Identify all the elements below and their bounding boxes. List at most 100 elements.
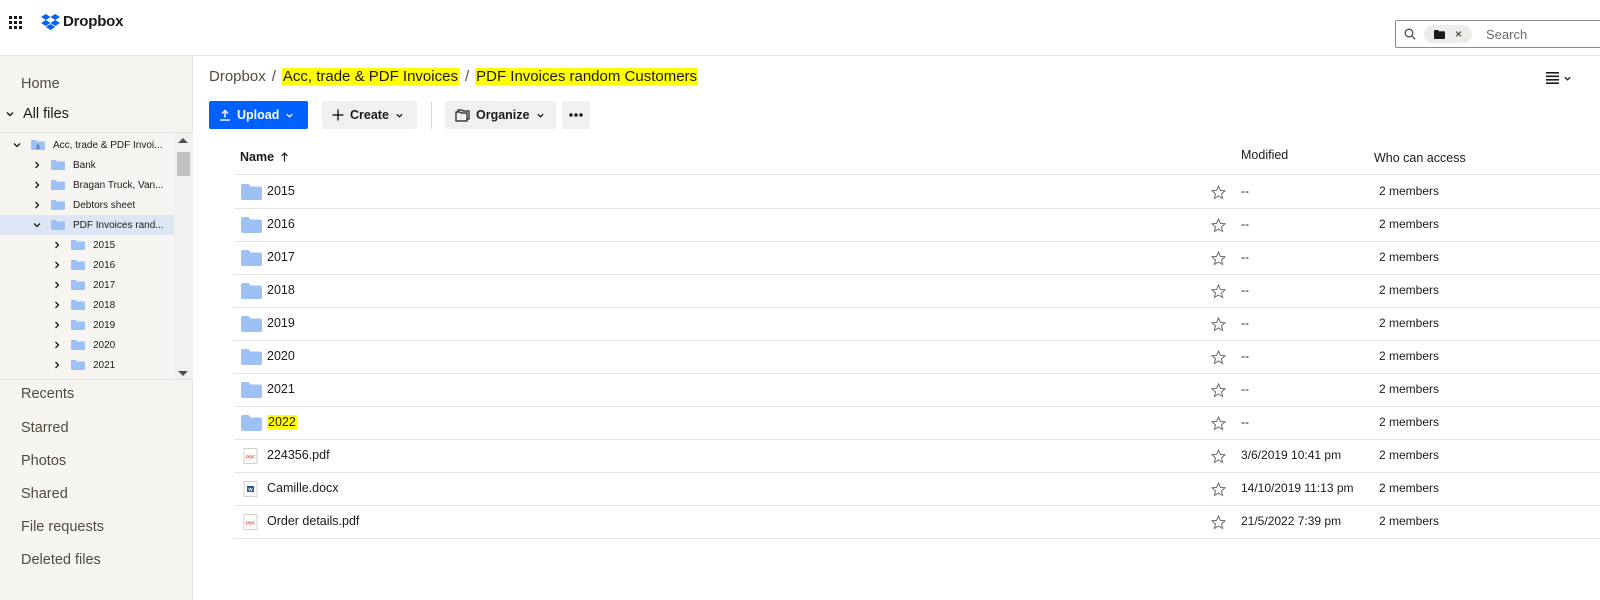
chevron-right-icon[interactable] (52, 280, 62, 290)
access-members[interactable]: 2 members (1379, 349, 1439, 363)
modified-date: 3/6/2019 10:41 pm (1241, 448, 1342, 462)
file-name[interactable]: 224356.pdf (267, 448, 330, 462)
file-name[interactable]: 2021 (267, 382, 295, 396)
access-members[interactable]: 2 members (1379, 283, 1439, 297)
table-row[interactable]: W Camille.docx 14/10/2019 11:13 pm 2 member… (234, 472, 1600, 506)
access-members[interactable]: 2 members (1379, 481, 1439, 495)
tree-item[interactable]: Acc, trade & PDF Invoi... (0, 135, 174, 155)
tree-item[interactable]: 2018 (0, 295, 174, 315)
search-input[interactable] (1486, 26, 1576, 42)
create-button[interactable]: Create (322, 101, 417, 129)
table-row[interactable]: 2021 -- 2 members (234, 373, 1600, 407)
file-name[interactable]: 2018 (267, 283, 295, 297)
chevron-down-icon[interactable] (12, 140, 22, 150)
sidebar-item-photos[interactable]: Photos (21, 453, 66, 469)
organize-button[interactable]: Organize (445, 101, 556, 129)
star-icon[interactable] (1211, 482, 1226, 497)
access-members[interactable]: 2 members (1379, 316, 1439, 330)
column-header-modified[interactable]: Modified (1241, 148, 1288, 162)
access-members[interactable]: 2 members (1379, 382, 1439, 396)
table-row[interactable]: 2019 -- 2 members (234, 307, 1600, 341)
access-members[interactable]: 2 members (1379, 448, 1439, 462)
chevron-right-icon[interactable] (32, 200, 42, 210)
access-members[interactable]: 2 members (1379, 250, 1439, 264)
chevron-right-icon[interactable] (52, 260, 62, 270)
star-icon[interactable] (1211, 350, 1226, 365)
shared-folder-icon (31, 140, 45, 150)
chevron-right-icon[interactable] (32, 160, 42, 170)
access-members[interactable]: 2 members (1379, 217, 1439, 231)
chevron-right-icon[interactable] (52, 320, 62, 330)
scrollbar-thumb[interactable] (177, 152, 190, 176)
chevron-right-icon[interactable] (52, 360, 62, 370)
star-icon[interactable] (1211, 251, 1226, 266)
file-name[interactable]: 2020 (267, 349, 295, 363)
app-grid-icon[interactable] (9, 16, 22, 29)
access-members[interactable]: 2 members (1379, 415, 1439, 429)
star-icon[interactable] (1211, 515, 1226, 530)
chevron-down-icon[interactable] (32, 220, 42, 230)
scroll-down-icon[interactable] (178, 371, 188, 376)
tree-item[interactable]: Bragan Truck, Van... (0, 175, 174, 195)
sidebar-item-shared[interactable]: Shared (21, 486, 68, 502)
sidebar-item-home[interactable]: Home (21, 76, 60, 92)
file-name[interactable]: 2015 (267, 184, 295, 198)
dropbox-logo[interactable]: Dropbox (41, 13, 123, 30)
table-row[interactable]: 2018 -- 2 members (234, 274, 1600, 308)
chevron-right-icon[interactable] (52, 340, 62, 350)
access-members[interactable]: 2 members (1379, 184, 1439, 198)
breadcrumb-root[interactable]: Dropbox (209, 68, 266, 85)
upload-button[interactable]: Upload (209, 101, 308, 129)
tree-item[interactable]: Bank (0, 155, 174, 175)
table-row[interactable]: PDF Order details.pdf 21/5/2022 7:39 pm 2 m… (234, 505, 1600, 539)
tree-item[interactable]: Debtors sheet (0, 195, 174, 215)
file-name[interactable]: Camille.docx (267, 481, 339, 495)
table-row[interactable]: 2016 -- 2 members (234, 208, 1600, 242)
clear-scope-icon[interactable]: × (1455, 28, 1462, 40)
chevron-right-icon[interactable] (32, 180, 42, 190)
sidebar-item-starred[interactable]: Starred (21, 420, 69, 436)
table-row[interactable]: 2020 -- 2 members (234, 340, 1600, 374)
file-name[interactable]: 2017 (267, 250, 295, 264)
tree-item[interactable]: 2021 (0, 355, 174, 375)
tree-item[interactable]: 2019 (0, 315, 174, 335)
search-box[interactable]: × (1395, 20, 1600, 48)
star-icon[interactable] (1211, 383, 1226, 398)
sidebar-item-file-requests[interactable]: File requests (21, 519, 104, 535)
scroll-up-icon[interactable] (178, 138, 188, 143)
star-icon[interactable] (1211, 284, 1226, 299)
star-icon[interactable] (1211, 416, 1226, 431)
file-name[interactable]: 2016 (267, 217, 295, 231)
star-icon[interactable] (1211, 218, 1226, 233)
tree-item[interactable]: 2016 (0, 255, 174, 275)
file-name[interactable]: 2019 (267, 316, 295, 330)
tree-scrollbar[interactable] (174, 133, 193, 379)
sidebar-item-deleted-files[interactable]: Deleted files (21, 552, 101, 568)
star-icon[interactable] (1211, 449, 1226, 464)
file-name[interactable]: 2022 (267, 415, 297, 429)
chevron-right-icon[interactable] (52, 300, 62, 310)
sidebar-item-label: All files (23, 106, 69, 122)
star-icon[interactable] (1211, 317, 1226, 332)
table-row[interactable]: PDF 224356.pdf 3/6/2019 10:41 pm 2 members (234, 439, 1600, 473)
tree-item[interactable]: 2020 (0, 335, 174, 355)
chevron-right-icon[interactable] (52, 240, 62, 250)
tree-item[interactable]: PDF Invoices rand... (0, 215, 174, 235)
folder-icon (71, 280, 85, 290)
table-row[interactable]: 2022 -- 2 members (234, 406, 1600, 440)
access-members[interactable]: 2 members (1379, 514, 1439, 528)
column-header-who-can-access[interactable]: Who can access (1374, 151, 1466, 165)
star-icon[interactable] (1211, 185, 1226, 200)
sidebar-item-all-files[interactable]: All files (5, 106, 69, 122)
file-name[interactable]: Order details.pdf (267, 514, 359, 528)
table-row[interactable]: 2015 -- 2 members (234, 175, 1600, 209)
tree-item[interactable]: 2015 (0, 235, 174, 255)
tree-item[interactable]: 2017 (0, 275, 174, 295)
breadcrumb-parent[interactable]: Acc, trade & PDF Invoices (281, 68, 459, 85)
column-header-name[interactable]: Name (240, 150, 289, 164)
table-row[interactable]: 2017 -- 2 members (234, 241, 1600, 275)
sidebar-item-recents[interactable]: Recents (21, 386, 74, 402)
view-options-button[interactable] (1546, 72, 1572, 84)
more-options-button[interactable] (562, 101, 590, 129)
search-scope-chip[interactable]: × (1424, 25, 1472, 43)
